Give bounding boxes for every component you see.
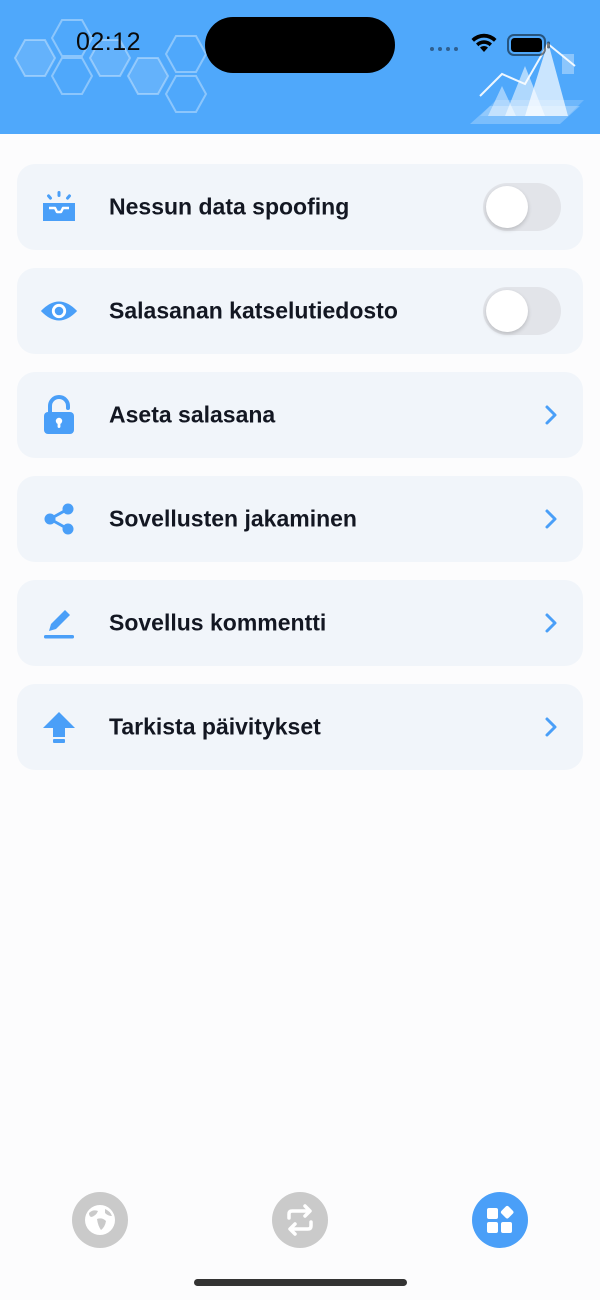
pencil-icon: [39, 603, 79, 643]
data-spoofing-toggle[interactable]: [483, 183, 561, 231]
setting-label: Tarkista päivitykset: [109, 713, 321, 740]
tab-apps[interactable]: [472, 1192, 528, 1248]
setting-row-share-app[interactable]: Sovellusten jakaminen: [17, 476, 583, 562]
settings-list: Nessun data spoofing Salasanan katseluti…: [17, 164, 583, 788]
dynamic-island: [205, 17, 395, 73]
setting-label: Sovellus kommentti: [109, 609, 327, 636]
header-banner: 02:12: [0, 0, 600, 134]
toggle-knob: [486, 290, 528, 332]
setting-label: Aseta salasana: [109, 401, 276, 428]
cellular-signal-icon: [430, 47, 458, 51]
setting-label: Salasanan katselutiedosto: [109, 297, 398, 324]
status-bar-time: 02:12: [76, 28, 142, 56]
home-indicator[interactable]: [194, 1279, 407, 1286]
setting-row-password-view-file[interactable]: Salasanan katselutiedosto: [17, 268, 583, 354]
setting-row-app-comment[interactable]: Sovellus kommentti: [17, 580, 583, 666]
chevron-right-icon: [545, 509, 557, 529]
globe-icon: [85, 1205, 115, 1235]
apps-grid-icon: [487, 1205, 514, 1233]
setting-label: Nessun data spoofing: [109, 193, 350, 220]
setting-row-set-password[interactable]: Aseta salasana: [17, 372, 583, 458]
share-icon: [39, 499, 79, 539]
battery-icon: [507, 34, 550, 56]
toggle-knob: [486, 186, 528, 228]
setting-row-check-updates[interactable]: Tarkista päivitykset: [17, 684, 583, 770]
app-screen: 02:12 Nessun data spoofing Salasanan kat…: [0, 0, 600, 1300]
chevron-right-icon: [545, 613, 557, 633]
hexagon-pattern-decoration: [13, 19, 208, 113]
setting-label: Sovellusten jakaminen: [109, 505, 357, 532]
upload-arrow-icon: [39, 707, 79, 747]
chevron-right-icon: [545, 405, 557, 425]
chevron-right-icon: [545, 717, 557, 737]
setting-row-data-spoofing[interactable]: Nessun data spoofing: [17, 164, 583, 250]
eye-icon: [39, 291, 79, 331]
inbox-tray-icon: [39, 187, 79, 227]
tab-globe[interactable]: [72, 1192, 128, 1248]
wifi-icon: [471, 33, 497, 52]
swap-arrows-icon: [287, 1204, 313, 1236]
unlock-icon: [39, 395, 79, 435]
tab-swap[interactable]: [272, 1192, 328, 1248]
password-view-toggle[interactable]: [483, 287, 561, 335]
